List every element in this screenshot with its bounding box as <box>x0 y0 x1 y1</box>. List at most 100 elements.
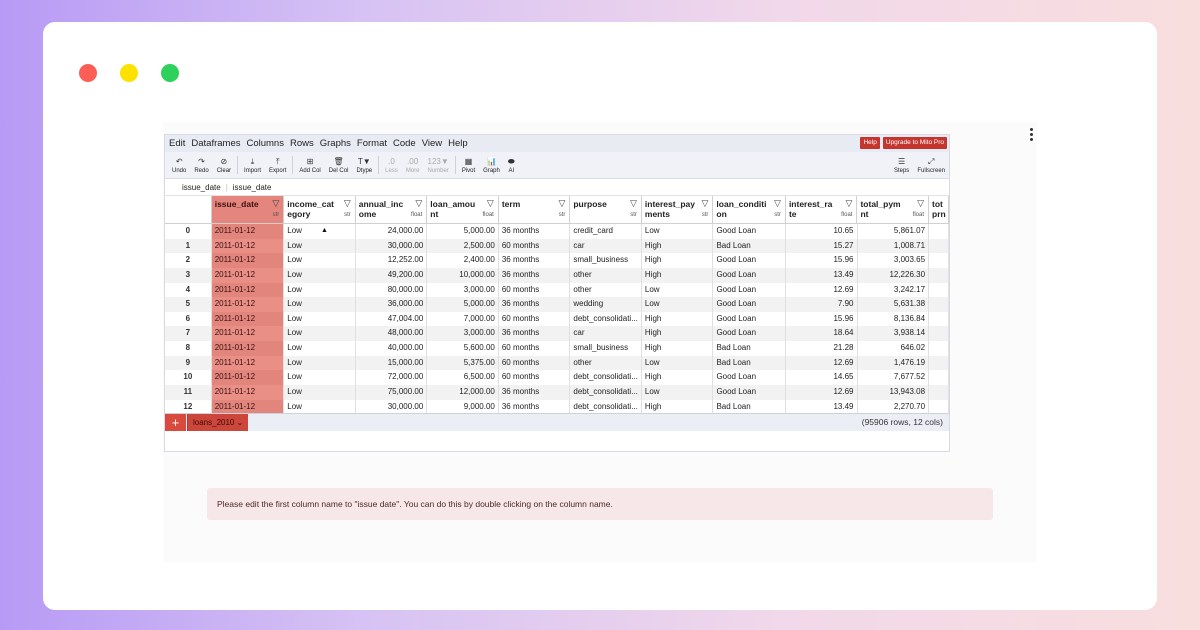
sheet-tab-loans-2010[interactable]: loans_2010 ⌄ <box>187 413 249 431</box>
table-cell[interactable]: Low <box>284 282 356 298</box>
table-cell[interactable]: Low <box>284 297 356 312</box>
table-cell[interactable]: 49,200.00 <box>356 267 428 283</box>
table-cell[interactable]: Good Loan <box>713 282 786 298</box>
table-cell[interactable]: 12.69 <box>786 355 858 371</box>
table-cell[interactable]: 47,004.00 <box>356 311 428 327</box>
table-cell[interactable]: car <box>570 238 642 254</box>
formula-value[interactable]: issue_date <box>233 183 272 192</box>
table-cell[interactable]: 60 months <box>499 282 571 298</box>
table-cell[interactable]: 1,008.71 <box>858 238 930 254</box>
table-cell[interactable]: 5,631.38 <box>858 297 930 312</box>
steps-button[interactable]: ☰ Steps <box>890 152 913 179</box>
table-cell[interactable]: 80,000.00 <box>356 282 428 298</box>
table-cell[interactable]: 36 months <box>499 385 571 400</box>
graph-button[interactable]: 📊 Graph <box>479 152 504 179</box>
column-header-annual-income[interactable]: annual_inc ome ▽ float <box>355 196 428 223</box>
table-cell[interactable]: Low <box>642 297 714 312</box>
table-cell[interactable]: 13.49 <box>786 267 858 283</box>
redo-button[interactable]: ↷ Redo <box>190 152 212 179</box>
table-cell[interactable]: 5,000.00 <box>427 224 499 239</box>
table-cell[interactable]: debt_consolidati... <box>570 311 642 327</box>
table-cell[interactable]: credit_card <box>570 224 642 239</box>
table-cell[interactable]: Good Loan <box>713 224 786 239</box>
table-cell[interactable]: Bad Loan <box>713 238 786 254</box>
table-cell[interactable]: 2,400.00 <box>427 253 499 268</box>
table-cell[interactable]: Bad Loan <box>713 341 786 356</box>
del-col-button[interactable]: 🗑 Del Col <box>325 152 353 179</box>
table-cell[interactable]: 2011-01-12 <box>211 253 285 268</box>
menu-rows[interactable]: Rows <box>290 138 314 149</box>
minimize-window-dot[interactable] <box>120 64 138 82</box>
table-cell[interactable]: High <box>642 253 714 268</box>
table-cell[interactable]: High <box>642 267 714 283</box>
dtype-button[interactable]: T▼ Dtype <box>352 152 376 179</box>
menu-graphs[interactable]: Graphs <box>320 138 351 149</box>
table-cell[interactable]: 72,000.00 <box>356 370 428 386</box>
table-cell[interactable]: small_business <box>570 341 642 356</box>
table-cell[interactable]: 2011-01-12 <box>211 326 285 342</box>
table-cell[interactable]: Low <box>642 282 714 298</box>
table-cell[interactable]: 18.64 <box>786 326 858 342</box>
table-cell[interactable]: other <box>570 355 642 371</box>
table-cell[interactable]: 60 months <box>499 238 571 254</box>
table-cell[interactable]: 2011-01-12 <box>211 267 285 283</box>
table-cell[interactable]: High <box>642 311 714 327</box>
table-cell[interactable]: 10,000.00 <box>427 267 499 283</box>
table-cell[interactable]: 646.02 <box>858 341 930 356</box>
table-cell[interactable]: 12,252.00 <box>356 253 428 268</box>
table-cell[interactable]: Good Loan <box>713 326 786 342</box>
table-cell[interactable]: Low <box>284 238 356 254</box>
table-cell[interactable]: High <box>642 341 714 356</box>
table-cell[interactable]: Good Loan <box>713 370 786 386</box>
table-cell[interactable]: 12.69 <box>786 282 858 298</box>
filter-icon[interactable]: ▽ <box>558 198 565 208</box>
table-cell[interactable]: 1,476.19 <box>858 355 930 371</box>
table-cell[interactable]: 10.65 <box>786 224 858 239</box>
table-cell[interactable]: 36 months <box>499 326 571 342</box>
table-cell[interactable]: Low <box>284 370 356 386</box>
export-button[interactable]: ⤒ Export <box>265 152 290 179</box>
table-cell[interactable]: 7.90 <box>786 297 858 312</box>
table-cell[interactable]: Low <box>284 267 356 283</box>
table-cell[interactable]: small_business <box>570 253 642 268</box>
column-header-income-category[interactable]: income_cat egory ▽ str <box>284 196 356 223</box>
clear-button[interactable]: ⊘ Clear <box>213 152 235 179</box>
column-header-issue-date[interactable]: issue_date ▽ str <box>211 196 285 223</box>
table-cell[interactable]: debt_consolidati... <box>570 385 642 400</box>
table-cell[interactable]: 48,000.00 <box>356 326 428 342</box>
table-cell[interactable]: 60 months <box>499 355 571 371</box>
table-cell[interactable]: 3,242.17 <box>858 282 930 298</box>
table-cell[interactable]: other <box>570 267 642 283</box>
table-cell[interactable]: 40,000.00 <box>356 341 428 356</box>
table-cell[interactable]: 7,000.00 <box>427 311 499 327</box>
table-cell[interactable]: 3,000.00 <box>427 326 499 342</box>
fullscreen-button[interactable]: ⤢ Fullscreen <box>913 152 949 179</box>
menu-dataframes[interactable]: Dataframes <box>191 138 240 149</box>
table-cell[interactable]: Low <box>642 224 714 239</box>
table-cell[interactable]: 12,000.00 <box>427 385 499 400</box>
table-cell[interactable]: 36 months <box>499 224 571 239</box>
table-cell[interactable]: 2011-01-12 <box>211 297 285 312</box>
table-cell[interactable]: 2,500.00 <box>427 238 499 254</box>
add-sheet-button[interactable]: + <box>165 413 186 431</box>
pivot-button[interactable]: ▦ Pivot <box>458 152 479 179</box>
table-cell[interactable]: 2011-01-12 <box>211 341 285 356</box>
table-cell[interactable]: 8,136.84 <box>858 311 930 327</box>
number-format-button[interactable]: 123▼ Number <box>423 152 452 179</box>
table-cell[interactable]: 60 months <box>499 341 571 356</box>
maximize-window-dot[interactable] <box>161 64 179 82</box>
ai-button[interactable]: ⬬ AI <box>504 152 519 179</box>
column-header-interest-payments[interactable]: interest_pay ments ▽ str <box>641 196 714 223</box>
table-cell[interactable]: Low <box>284 355 356 371</box>
table-cell[interactable]: Good Loan <box>713 297 786 312</box>
table-cell[interactable]: 36 months <box>499 267 571 283</box>
table-cell[interactable]: Low <box>642 355 714 371</box>
table-cell[interactable]: Bad Loan <box>713 355 786 371</box>
filter-icon[interactable]: ▽ <box>344 198 351 208</box>
table-cell[interactable]: 2011-01-12 <box>211 385 285 400</box>
table-cell[interactable]: 2011-01-12 <box>211 355 285 371</box>
table-cell[interactable]: 7,677.52 <box>858 370 930 386</box>
table-cell[interactable]: High <box>642 238 714 254</box>
table-cell[interactable]: 5,000.00 <box>427 297 499 312</box>
table-cell[interactable]: 3,938.14 <box>858 326 930 342</box>
